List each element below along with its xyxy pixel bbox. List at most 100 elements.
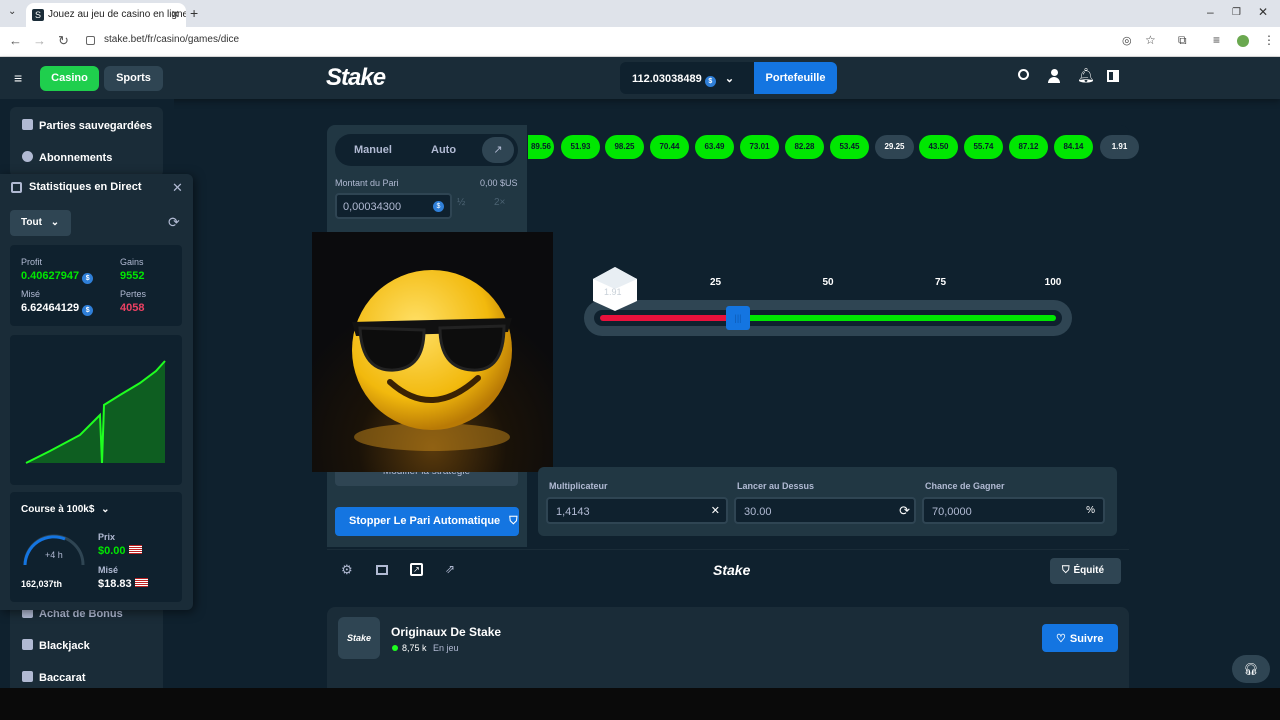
prize-label: Prix xyxy=(98,532,116,542)
win-chance-value: 70,0000 xyxy=(932,506,972,518)
menu-icon[interactable]: ≡ xyxy=(14,70,22,86)
swap-icon[interactable]: ⟳ xyxy=(899,503,910,519)
history-result-pill[interactable]: 87.12 xyxy=(1009,135,1048,159)
balance-value: 112.03038489 xyxy=(632,73,702,85)
history-result-pill[interactable]: 82.28 xyxy=(785,135,824,159)
race-title[interactable]: Course à 100k$ ⌄ xyxy=(21,504,110,515)
browser-tab-bar: ⌄ S Jouez au jeu de casino en ligne ✕ + … xyxy=(0,0,1280,27)
tab-manual[interactable]: Manuel xyxy=(354,144,392,156)
history-result-pill[interactable]: 43.50 xyxy=(919,135,958,159)
casino-tab[interactable]: Casino xyxy=(40,66,99,91)
history-result-pill[interactable]: 51.93 xyxy=(561,135,600,159)
half-bet-button[interactable]: ½ xyxy=(457,197,465,208)
sidebar-item-saved[interactable]: Parties sauvegardées xyxy=(22,119,152,132)
user-icon[interactable] xyxy=(1048,69,1060,83)
race-rank: 162,037th xyxy=(21,579,63,589)
slider-tick-label: 75 xyxy=(934,277,947,288)
browser-menu-icon[interactable]: ⋮ xyxy=(1263,33,1275,47)
eye-off-icon[interactable]: ◎ xyxy=(1122,34,1132,47)
online-dot-icon xyxy=(392,645,398,651)
originals-title[interactable]: Originaux De Stake xyxy=(391,625,501,639)
crypto-coin-icon: $ xyxy=(82,305,94,316)
site-header: ≡ Casino Sports Stake 112.03038489 $ ⌄ P… xyxy=(0,57,1280,99)
wagered-value: 6.62464129 $ xyxy=(21,302,94,316)
history-result-pill[interactable]: 73.01 xyxy=(740,135,779,159)
stats-filter-dropdown[interactable]: Tout ⌄ xyxy=(10,210,71,236)
follow-label: Suivre xyxy=(1069,633,1104,645)
strategy-tab-icon[interactable]: ↗ xyxy=(482,137,514,163)
race-timer: +4 h xyxy=(45,550,63,560)
history-result-pill[interactable]: 53.45 xyxy=(830,135,869,159)
site-info-icon[interactable] xyxy=(86,36,95,45)
chart-icon xyxy=(11,182,22,193)
crypto-coin-icon: $ xyxy=(82,273,94,284)
players-count: 8,75 k xyxy=(402,643,427,653)
sunglasses-smiley-icon xyxy=(352,270,512,451)
chevron-down-icon: ⌄ xyxy=(50,217,60,228)
chat-panel-icon[interactable] xyxy=(1107,70,1119,82)
close-tab-icon[interactable]: ✕ xyxy=(171,8,180,21)
stop-autobet-button[interactable]: Stopper Le Pari Automatique ⛉ xyxy=(335,507,519,536)
roll-over-input[interactable]: 30.00 ⟳ xyxy=(734,497,916,524)
url-input[interactable]: stake.bet/fr/casino/games/dice xyxy=(104,34,239,45)
bookmark-icon xyxy=(22,119,33,130)
profile-avatar[interactable] xyxy=(1237,35,1249,47)
back-icon[interactable]: ← xyxy=(9,33,22,48)
reload-icon[interactable]: ↻ xyxy=(58,33,69,49)
reset-stats-icon[interactable]: ⟳ xyxy=(168,214,180,231)
maximize-icon[interactable]: ❐ xyxy=(1232,7,1241,18)
tab-list-chevron-icon[interactable]: ⌄ xyxy=(8,6,16,17)
history-result-pill[interactable]: 84.14 xyxy=(1054,135,1093,159)
history-result-pill[interactable]: 63.49 xyxy=(695,135,734,159)
notifications-bell-icon[interactable]: 🔔︎ xyxy=(1077,67,1095,84)
sidebar-item-baccarat[interactable]: Baccarat xyxy=(22,671,85,684)
slider-handle[interactable]: ||| xyxy=(726,306,750,330)
bookmark-star-icon[interactable]: ☆ xyxy=(1145,33,1156,47)
search-icon[interactable] xyxy=(1018,69,1029,80)
close-window-icon[interactable]: ✕ xyxy=(1258,5,1268,19)
history-result-pill[interactable]: 70.44 xyxy=(650,135,689,159)
roll-over-label: Lancer au Dessus xyxy=(737,481,815,491)
support-chat-icon[interactable]: 🎧︎ xyxy=(1232,655,1270,683)
browser-tab[interactable]: S Jouez au jeu de casino en ligne ✕ xyxy=(26,3,186,27)
prize-number: $0.00 xyxy=(98,545,126,557)
multiplier-input[interactable]: 1,4143 ✕ xyxy=(546,497,728,524)
live-stats-icon[interactable]: ↗ xyxy=(410,563,423,576)
theatre-mode-icon[interactable] xyxy=(376,565,388,575)
sidebar-item-blackjack[interactable]: Blackjack xyxy=(22,639,90,652)
close-icon[interactable]: ✕ xyxy=(172,180,183,196)
bet-amount-value: 0,00034300 xyxy=(343,201,402,213)
balance-display[interactable]: 112.03038489 $ ⌄ xyxy=(620,62,754,94)
profit-value: 0.40627947 $ xyxy=(21,270,94,284)
video-footer-band xyxy=(0,688,1280,720)
reading-list-icon[interactable]: ≡ xyxy=(1213,33,1220,47)
slider-win-range xyxy=(738,315,1056,321)
follow-button[interactable]: ♡ Suivre xyxy=(1042,624,1118,652)
wallet-button[interactable]: Portefeuille xyxy=(754,62,837,94)
popout-icon[interactable]: ⇗ xyxy=(445,562,455,576)
settings-icon[interactable]: ⚙ xyxy=(341,562,353,578)
race-title-text: Course à 100k$ xyxy=(21,504,95,515)
new-tab-icon[interactable]: + xyxy=(190,5,198,21)
wagered-number: 6.62464129 xyxy=(21,302,80,314)
stake-logo[interactable]: Stake xyxy=(326,64,386,92)
fairness-button[interactable]: ⛉ Équité xyxy=(1050,558,1121,584)
history-result-pill[interactable]: 1.91 xyxy=(1100,135,1139,159)
game-footer-bar: ⚙ ↗ ⇗ Stake ⛉ Équité xyxy=(327,549,1129,591)
forward-icon[interactable]: → xyxy=(33,33,46,48)
history-result-pill[interactable]: 89.56 xyxy=(528,135,554,159)
tab-auto[interactable]: Auto xyxy=(431,144,456,156)
minimize-icon[interactable]: – xyxy=(1207,5,1214,19)
double-bet-button[interactable]: 2× xyxy=(494,197,505,208)
sidebar-item-subscriptions[interactable]: Abonnements xyxy=(22,151,112,164)
win-chance-input[interactable]: 70,0000 % xyxy=(922,497,1105,524)
history-result-pill[interactable]: 98.25 xyxy=(605,135,644,159)
sports-tab[interactable]: Sports xyxy=(104,66,163,91)
multiplier-label: Multiplicateur xyxy=(549,481,608,491)
chevron-down-icon: ⌄ xyxy=(724,73,735,85)
history-result-pill[interactable]: 29.25 xyxy=(875,135,914,159)
history-result-pill[interactable]: 55.74 xyxy=(964,135,1003,159)
wins-value: 9552 xyxy=(120,270,145,282)
extensions-icon[interactable]: ⧉ xyxy=(1178,33,1187,48)
bet-amount-input[interactable]: 0,00034300 $ xyxy=(335,193,452,219)
